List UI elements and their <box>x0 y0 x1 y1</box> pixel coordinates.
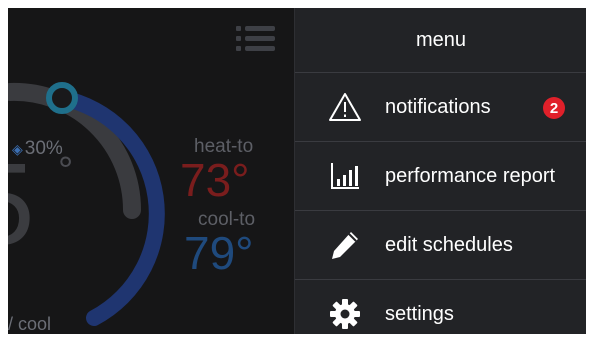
menu-panel: menu notifications 2 performance report … <box>294 8 586 334</box>
menu-item-label: edit schedules <box>385 233 513 256</box>
warning-triangle-icon <box>325 90 365 124</box>
system-mode[interactable]: / cool <box>8 314 51 334</box>
menu-item-label: notifications <box>385 95 491 118</box>
pencil-icon <box>325 228 365 262</box>
menu-item-label: performance report <box>385 164 556 187</box>
menu-item-settings[interactable]: settings <box>295 280 586 334</box>
menu-item-notifications[interactable]: notifications 2 <box>295 73 586 142</box>
cool-to-setpoint[interactable]: 79° <box>184 229 254 277</box>
current-temperature: 5 <box>8 146 35 262</box>
notification-count-badge: 2 <box>543 97 565 119</box>
bar-chart-icon <box>325 159 365 193</box>
menu-item-performance-report[interactable]: performance report <box>295 142 586 211</box>
menu-item-edit-schedules[interactable]: edit schedules <box>295 211 586 280</box>
heat-to-setpoint[interactable]: 73° <box>180 156 250 204</box>
menu-item-label: settings <box>385 302 454 325</box>
gear-icon <box>325 297 365 331</box>
dial-knob[interactable] <box>46 82 78 114</box>
thermostat-panel: ◈30% 5 ° heat-to 73° cool-to 79° / cool <box>8 8 294 334</box>
menu-list-icon[interactable] <box>234 20 278 58</box>
current-temperature-degree: ° <box>58 150 74 192</box>
thermostat-screen: ◈30% 5 ° heat-to 73° cool-to 79° / cool … <box>8 8 586 334</box>
menu-title: menu <box>295 8 586 73</box>
